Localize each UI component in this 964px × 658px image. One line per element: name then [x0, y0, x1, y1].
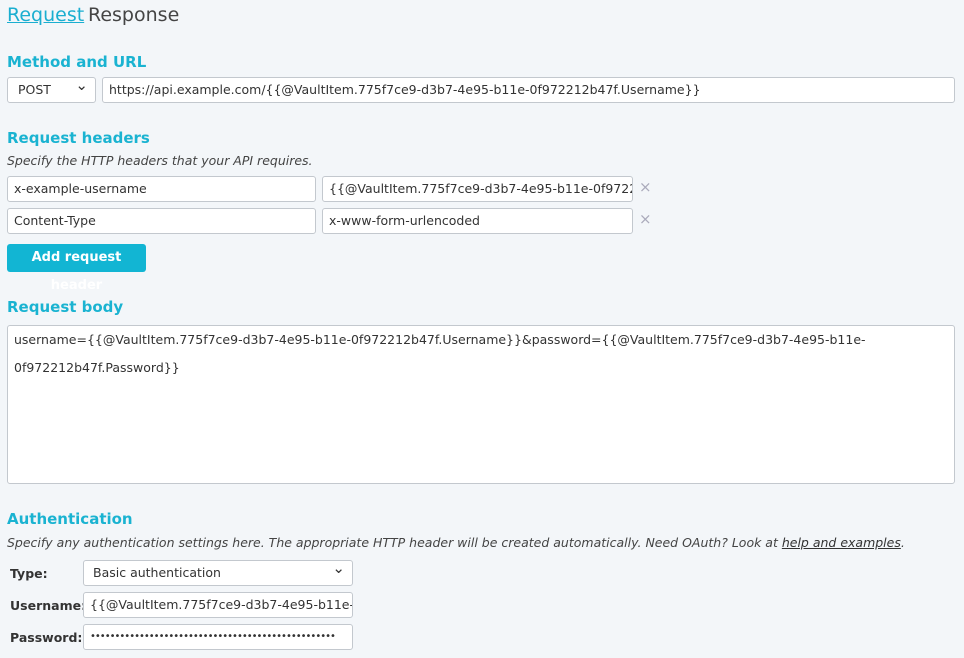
header-name-input[interactable]: Content-Type — [7, 208, 316, 234]
add-request-header-button[interactable]: Add request header — [7, 244, 146, 293]
request-headers-heading: Request headers — [7, 129, 150, 147]
password-label: Password: — [10, 630, 83, 645]
header-value-input[interactable]: {{@VaultItem.775f7ce9-d3b7-4e95-b11e-0f9… — [322, 176, 633, 202]
close-icon[interactable]: × — [639, 210, 652, 228]
request-headers-description: Specify the HTTP headers that your API r… — [7, 153, 313, 168]
username-label: Username: — [10, 598, 87, 613]
close-icon[interactable]: × — [639, 178, 652, 196]
auth-description-end: . — [900, 535, 905, 550]
method-url-heading: Method and URL — [7, 53, 147, 71]
header-value-input[interactable]: x-www-form-urlencoded — [322, 208, 633, 234]
auth-description-text: Specify any authentication settings here… — [7, 535, 782, 550]
request-body-heading: Request body — [7, 298, 124, 316]
authentication-description: Specify any authentication settings here… — [7, 535, 905, 550]
password-input[interactable]: ••••••••••••••••••••••••••••••••••••••••… — [83, 624, 353, 650]
type-label: Type: — [10, 566, 48, 581]
url-input[interactable]: https://api.example.com/{{@VaultItem.775… — [102, 77, 955, 103]
username-input[interactable]: {{@VaultItem.775f7ce9-d3b7-4e95-b11e-0f9… — [83, 592, 353, 618]
auth-type-select[interactable]: Basic authentication — [83, 560, 353, 586]
method-value: POST — [18, 82, 51, 97]
auth-type-value: Basic authentication — [93, 565, 221, 580]
tab-response[interactable]: Response — [88, 4, 179, 26]
tab-request[interactable]: Request — [7, 4, 84, 26]
method-select[interactable]: POST — [7, 77, 96, 103]
header-name-input[interactable]: x-example-username — [7, 176, 316, 202]
request-body-textarea[interactable]: username={{@VaultItem.775f7ce9-d3b7-4e95… — [7, 325, 955, 484]
help-and-examples-link[interactable]: help and examples — [782, 535, 901, 550]
authentication-heading: Authentication — [7, 510, 133, 528]
